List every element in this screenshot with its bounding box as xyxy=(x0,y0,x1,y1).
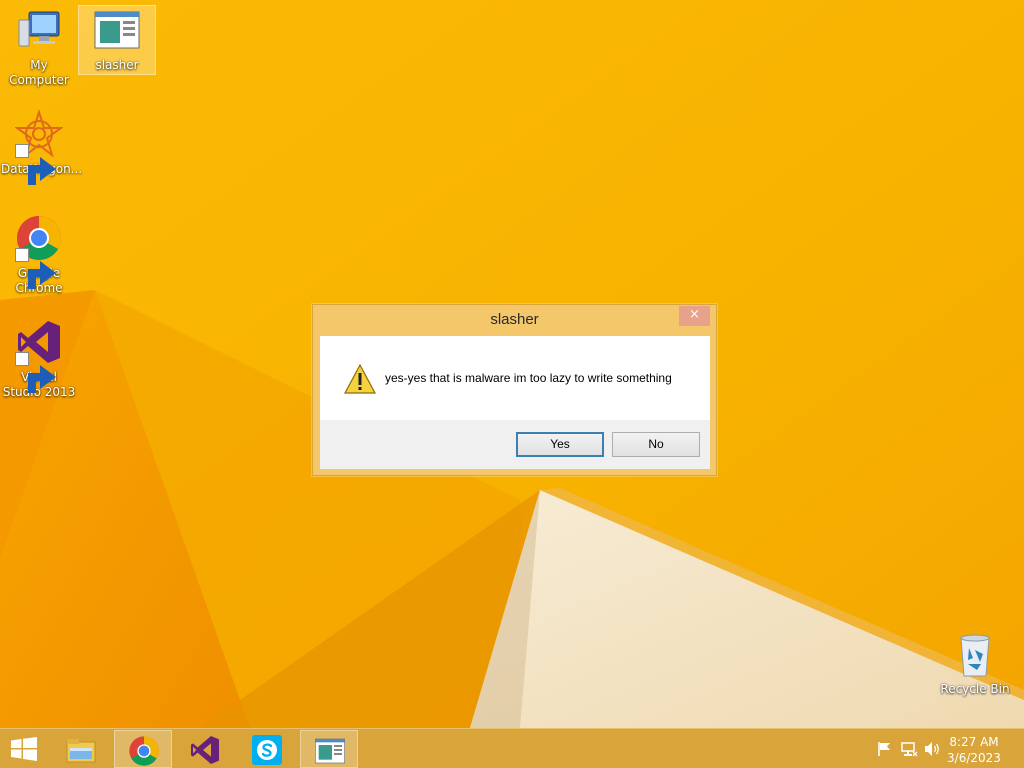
app-window-icon xyxy=(93,6,141,54)
taskbar-file-explorer[interactable] xyxy=(52,730,110,768)
desktop-icon-datawagon[interactable]: DataWagon... xyxy=(0,110,82,185)
chrome-icon xyxy=(15,214,63,289)
system-tray: 8:27 AM 3/6/2023 xyxy=(864,729,1024,768)
dialog-message: yes-yes that is malware im too lazy to w… xyxy=(385,371,672,385)
desktop-icon-label: Recycle Bin xyxy=(940,682,1010,696)
clock-date: 3/6/2023 xyxy=(947,751,1001,765)
computer-icon xyxy=(15,6,63,54)
taskbar-slasher[interactable] xyxy=(300,730,358,768)
desktop-icon-recycle-bin[interactable]: Recycle Bin xyxy=(936,630,1014,700)
shortcut-arrow-icon xyxy=(15,144,56,185)
taskbar-skype[interactable] xyxy=(238,730,296,768)
desktop-icon-label: slasher xyxy=(95,58,139,72)
datawagon-icon xyxy=(15,110,63,185)
windows-logo-icon xyxy=(11,737,37,761)
shortcut-arrow-icon xyxy=(15,248,56,289)
warning-icon xyxy=(344,364,376,394)
yes-button[interactable]: Yes xyxy=(516,432,604,457)
taskbar: 8:27 AM 3/6/2023 xyxy=(0,728,1024,768)
desktop-icon-slasher[interactable]: slasher xyxy=(78,5,156,75)
shortcut-arrow-icon xyxy=(15,352,56,393)
visual-studio-icon xyxy=(15,318,63,393)
volume-icon[interactable] xyxy=(924,741,942,757)
close-icon: × xyxy=(689,307,700,322)
desktop-icon-label: My Computer xyxy=(9,58,69,87)
dialog-body: yes-yes that is malware im too lazy to w… xyxy=(320,336,710,469)
chrome-icon xyxy=(129,736,159,766)
dialog-footer: Yes No xyxy=(320,420,710,469)
taskbar-clock[interactable]: 8:27 AM 3/6/2023 xyxy=(944,734,1004,766)
visual-studio-icon xyxy=(191,736,219,764)
dialog-title: slasher xyxy=(490,311,539,328)
desktop-icon-google-chrome[interactable]: Google Chrome xyxy=(0,214,78,298)
clock-time: 8:27 AM xyxy=(949,735,999,749)
slasher-icon xyxy=(315,738,345,764)
message-dialog: slasher × yes-yes that is malware im too… xyxy=(312,304,717,476)
close-button[interactable]: × xyxy=(679,306,710,326)
taskbar-chrome[interactable] xyxy=(114,730,172,768)
action-center-flag-icon[interactable] xyxy=(876,741,894,757)
skype-icon xyxy=(252,735,282,765)
start-button[interactable] xyxy=(0,729,48,768)
network-icon[interactable] xyxy=(900,741,918,757)
desktop-icon-my-computer[interactable]: My Computer xyxy=(0,6,78,87)
file-explorer-icon xyxy=(66,739,96,763)
recycle-bin-icon xyxy=(951,630,999,678)
no-button[interactable]: No xyxy=(612,432,700,457)
dialog-content: yes-yes that is malware im too lazy to w… xyxy=(320,336,710,420)
desktop-icon-visual-studio[interactable]: Visual Studio 2013 xyxy=(0,318,78,402)
taskbar-visual-studio[interactable] xyxy=(176,730,234,768)
